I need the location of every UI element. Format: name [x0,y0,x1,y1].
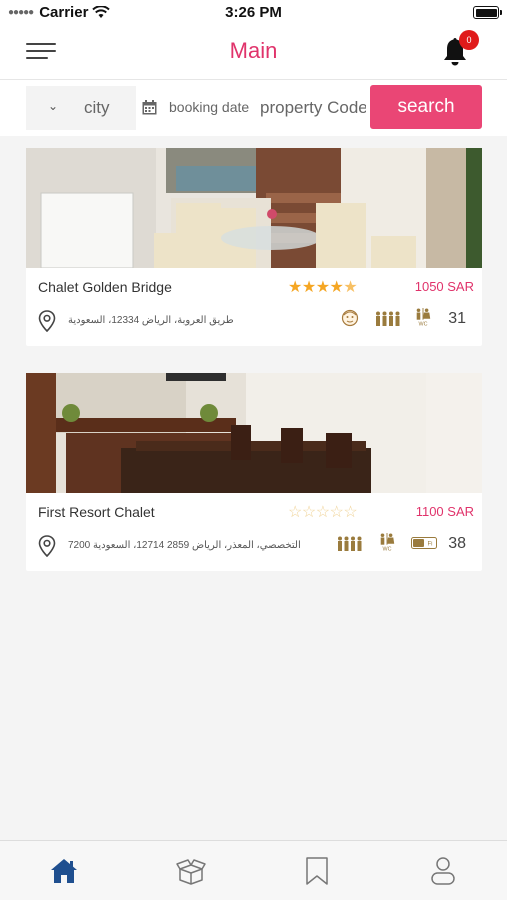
listing-name: Chalet Golden Bridge [38,279,172,295]
tab-box[interactable] [175,855,207,887]
tab-profile[interactable] [427,855,459,887]
svg-text:WC: WC [383,547,392,551]
tab-bookmarks[interactable] [301,855,333,887]
battery-icon [473,6,502,19]
rating-stars: ☆☆☆☆☆ [288,504,358,521]
city-label: city [84,98,110,117]
box-icon [176,859,206,885]
location-pin-icon [38,310,56,332]
user-icon [431,857,455,885]
listing-photo [26,373,482,493]
listing-capacity: 38 [448,535,466,552]
location-pin-icon [38,535,56,557]
booking-date-label: booking date [169,99,250,115]
search-button[interactable]: search [370,85,482,129]
page-title: Main [229,38,278,63]
wc-icon: WC [380,533,395,551]
bookmark-icon [306,857,328,885]
listing-price: 1050 SAR [414,279,474,294]
status-bar: ●●●●● Carrier 3:26 PM [0,0,507,26]
calendar-icon [142,100,157,115]
listing-price: 1100 SAR [415,504,474,519]
filter-bar: ⌄ city booking date search [0,80,507,136]
listing-address: 7200 التخصصي، المعذر، الرياض 2859 12714،… [68,540,301,551]
host-face-icon [341,309,359,327]
family-icon [376,311,400,326]
listing-card[interactable]: Chalet Golden Bridge ★★★★★ 1050 SAR طريق… [26,148,482,346]
svg-text:WC: WC [419,322,428,326]
listing-address: طريق العروبة، الرياض 12334، السعودية [68,315,234,326]
wc-icon: WC [416,308,431,326]
family-icon [338,536,362,551]
app-header: Main 0 [0,26,507,80]
listing-photo [26,148,482,268]
home-icon [51,859,77,883]
rating-stars: ★★★★★ [288,279,358,296]
svg-text:Fi: Fi [428,542,433,548]
status-time: 3:26 PM [225,4,282,21]
chevron-down-icon: ⌄ [48,99,59,113]
city-select[interactable]: ⌄ city [26,86,136,130]
bottom-tab-bar [0,840,507,900]
property-code-input[interactable] [258,86,366,130]
notification-button[interactable]: 0 [441,30,479,68]
listing-name: First Resort Chalet [38,504,155,520]
wifi-badge-icon: Fi [411,537,437,549]
listing-capacity: 31 [448,310,466,327]
booking-date-field[interactable]: booking date [140,86,256,130]
tab-home[interactable] [48,855,80,887]
notification-badge: 0 [459,30,479,50]
listing-card[interactable]: First Resort Chalet ☆☆☆☆☆ 1100 SAR 7200 … [26,373,482,571]
